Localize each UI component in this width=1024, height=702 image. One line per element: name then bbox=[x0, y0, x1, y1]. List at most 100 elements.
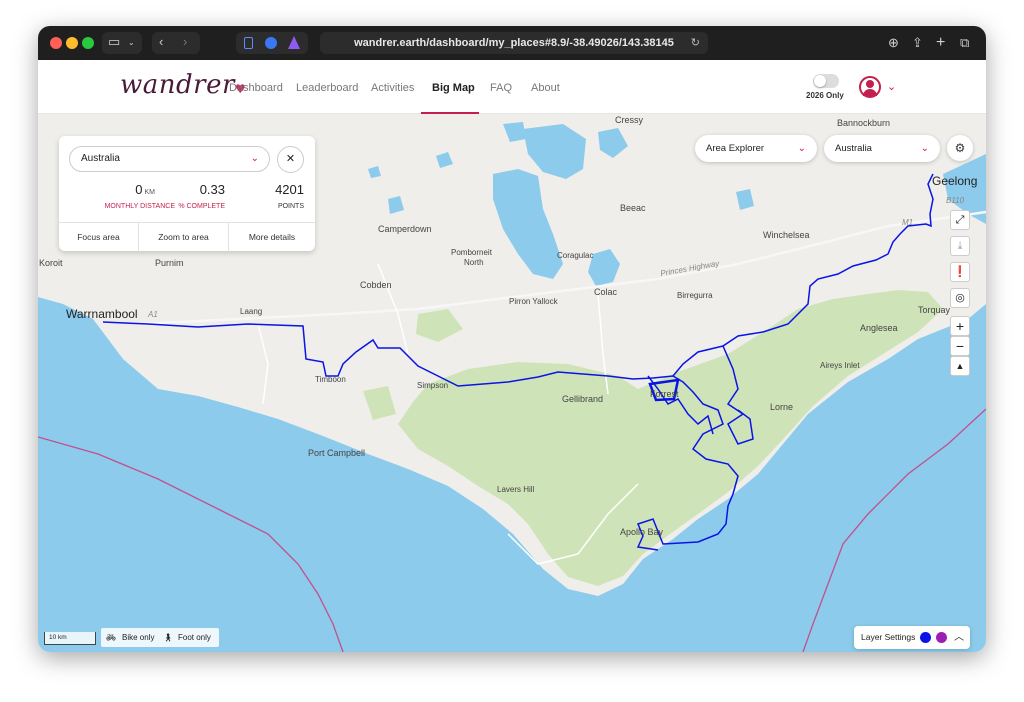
close-window-button[interactable] bbox=[50, 37, 62, 49]
chevron-down-icon: ⌄ bbox=[128, 38, 135, 47]
focus-area-button[interactable]: Focus area bbox=[59, 223, 139, 252]
locate-icon: ◎ bbox=[955, 292, 965, 304]
map-filters-button[interactable]: ⚙ bbox=[947, 135, 973, 161]
document-icon[interactable] bbox=[244, 37, 253, 49]
sidebar-icon: ▭ bbox=[108, 34, 121, 49]
address-bar[interactable]: wandrer.earth/dashboard/my_places#8.9/-3… bbox=[320, 32, 708, 54]
area-explorer-value: Area Explorer bbox=[706, 143, 765, 154]
bike-layer-color[interactable] bbox=[920, 632, 931, 643]
chevron-up-icon[interactable]: ︿ bbox=[954, 626, 964, 649]
map-label: Laang bbox=[240, 307, 263, 316]
close-icon: ✕ bbox=[285, 153, 296, 165]
locate-button[interactable]: ◎ bbox=[950, 288, 970, 308]
new-tab-icon[interactable]: + bbox=[936, 33, 945, 53]
monthly-distance-unit: KM bbox=[144, 189, 156, 196]
walker-icon[interactable]: 🚶︎ bbox=[163, 628, 173, 647]
region-value: Australia bbox=[835, 143, 872, 154]
sidebar-toggle[interactable]: ▭ ⌄ bbox=[102, 32, 142, 54]
extension-circle-icon[interactable] bbox=[265, 37, 277, 49]
monthly-distance-stat: 0 KM MONTHLY DISTANCE bbox=[99, 181, 175, 210]
browser-toolbar: ▭ ⌄ ‹ › wandrer.earth/dashboard/my_place… bbox=[38, 26, 986, 60]
maritime-boundary bbox=[38, 436, 344, 652]
alert-icon: ❗ bbox=[953, 266, 967, 278]
area-stats-card: Australia ⌄ ✕ 0 KM MONTHLY DISTANCE 0.33 … bbox=[59, 136, 315, 252]
zoom-in-button[interactable]: + bbox=[950, 316, 970, 336]
reload-icon[interactable]: ↻ bbox=[691, 32, 700, 54]
year-only-label: 2026 Only bbox=[806, 91, 844, 100]
logo-text: wandrer bbox=[120, 70, 235, 100]
compass-icon: ▲ bbox=[955, 361, 965, 371]
map-label: Colac bbox=[594, 287, 618, 297]
map-label: Simpson bbox=[417, 381, 449, 390]
nav-dashboard[interactable]: Dashboard bbox=[229, 82, 283, 94]
chevron-down-icon: ⌄ bbox=[920, 143, 929, 154]
close-card-button[interactable]: ✕ bbox=[277, 146, 304, 173]
map-label: Coragulac bbox=[557, 251, 594, 260]
fullscreen-button[interactable]: ⤢ bbox=[950, 210, 970, 230]
foot-layer-color[interactable] bbox=[936, 632, 947, 643]
nav-leaderboard[interactable]: Leaderboard bbox=[296, 82, 358, 94]
more-details-button[interactable]: More details bbox=[229, 223, 315, 252]
monthly-distance-label: MONTHLY DISTANCE bbox=[104, 203, 175, 210]
year-only-toggle[interactable] bbox=[813, 74, 839, 88]
chevron-down-icon[interactable]: ⌄ bbox=[887, 80, 896, 93]
minimize-window-button[interactable] bbox=[66, 37, 78, 49]
browser-window: ▭ ⌄ ‹ › wandrer.earth/dashboard/my_place… bbox=[38, 26, 986, 652]
bike-only-filter[interactable]: Bike only bbox=[122, 628, 154, 647]
card-actions: Focus area Zoom to area More details bbox=[59, 222, 315, 252]
area-explorer-dropdown[interactable]: Area Explorer ⌄ bbox=[695, 135, 817, 162]
forward-button[interactable]: › bbox=[183, 32, 187, 52]
zoom-out-button[interactable]: − bbox=[950, 336, 970, 356]
map-label: Timboon bbox=[315, 375, 346, 384]
nav-activities[interactable]: Activities bbox=[371, 82, 414, 94]
nav-big-map[interactable]: Big Map bbox=[432, 82, 475, 94]
map-label: Warrnambool bbox=[66, 307, 138, 321]
app-header: wandrer♥ Dashboard Leaderboard Activitie… bbox=[38, 60, 986, 114]
map-label: Cressy bbox=[615, 115, 644, 125]
url-text: wandrer.earth/dashboard/my_places#8.9/-3… bbox=[354, 37, 674, 49]
tab-overview-icon[interactable]: ⧉ bbox=[960, 33, 969, 53]
sliders-icon: ⚙ bbox=[954, 141, 966, 155]
download-map-button[interactable]: ⤓ bbox=[950, 236, 970, 256]
chevron-down-icon: ⌄ bbox=[797, 143, 806, 154]
extension-gem-icon[interactable] bbox=[288, 36, 300, 49]
map-label: Pomborneit bbox=[451, 248, 492, 257]
map-label: North bbox=[464, 258, 484, 267]
map-label: Gellibrand bbox=[562, 394, 604, 404]
layer-settings-panel[interactable]: Layer Settings ︿ bbox=[854, 626, 970, 649]
maximize-window-button[interactable] bbox=[82, 37, 94, 49]
expand-icon: ⤢ bbox=[955, 214, 965, 226]
plus-icon: + bbox=[955, 318, 965, 334]
map-label: Lavers Hill bbox=[497, 485, 535, 494]
download-icon: ⤓ bbox=[957, 240, 963, 252]
wandrer-logo[interactable]: wandrer♥ bbox=[120, 70, 246, 100]
map-label: Geelong bbox=[932, 174, 978, 188]
map-road-label: B110 bbox=[946, 196, 965, 205]
big-map[interactable]: Warrnambool Geelong Cressy Bannockburn C… bbox=[38, 114, 986, 652]
region-dropdown[interactable]: Australia ⌄ bbox=[824, 135, 940, 162]
nav-faq[interactable]: FAQ bbox=[490, 82, 512, 94]
maritime-boundary bbox=[802, 408, 986, 652]
map-road-label: M1 bbox=[902, 218, 914, 227]
user-avatar-icon[interactable] bbox=[859, 76, 881, 98]
reset-bearing-button[interactable]: ▲ bbox=[950, 356, 970, 376]
nav-about[interactable]: About bbox=[531, 82, 560, 94]
share-icon[interactable]: ⇪ bbox=[912, 33, 923, 53]
back-button[interactable]: ‹ bbox=[159, 32, 163, 52]
foot-only-filter[interactable]: Foot only bbox=[178, 628, 211, 647]
history-nav: ‹ › bbox=[152, 32, 200, 54]
map-label: Camperdown bbox=[378, 224, 432, 234]
percent-complete-stat: 0.33 % COMPLETE bbox=[178, 181, 225, 210]
map-label: Pirron Yallock bbox=[509, 297, 558, 306]
bike-icon[interactable]: 🚲︎ bbox=[106, 628, 116, 647]
map-label: Purnim bbox=[155, 258, 184, 268]
map-label: Beeac bbox=[620, 203, 646, 213]
area-select-value: Australia bbox=[81, 153, 120, 164]
map-label: Port Campbell bbox=[308, 448, 366, 458]
report-button[interactable]: ❗ bbox=[950, 262, 970, 282]
area-select[interactable]: Australia ⌄ bbox=[69, 146, 270, 172]
zoom-to-area-button[interactable]: Zoom to area bbox=[139, 223, 229, 252]
download-icon[interactable]: ⊕ bbox=[888, 33, 899, 53]
map-label: Bannockburn bbox=[837, 118, 891, 128]
points-label: POINTS bbox=[277, 203, 304, 210]
